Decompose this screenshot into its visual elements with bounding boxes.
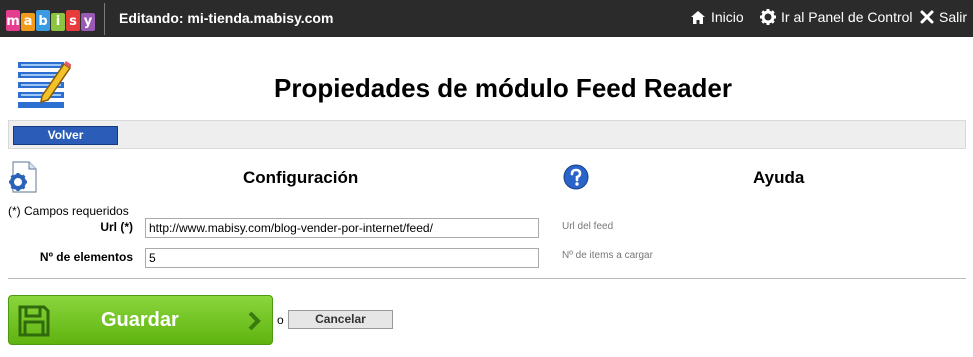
- back-button[interactable]: Volver: [13, 126, 118, 145]
- edit-document-icon: [18, 61, 71, 108]
- nav-home-label: Inicio: [711, 9, 744, 25]
- floppy-disk-icon: [18, 305, 50, 337]
- save-button[interactable]: Guardar: [8, 295, 273, 345]
- logo-letter: i: [51, 13, 65, 31]
- divider: [104, 3, 105, 35]
- logo-letter: m: [6, 10, 20, 31]
- url-label: Url (*): [100, 220, 133, 234]
- section-config-title: Configuración: [243, 168, 359, 187]
- config-document-icon: [9, 161, 37, 193]
- items-count-hint: Nº de items a cargar: [562, 250, 653, 261]
- logo-letter: b: [36, 10, 50, 31]
- editing-site-label: Editando: mi-tienda.mabisy.com: [119, 10, 334, 26]
- toolbar: [8, 120, 966, 149]
- help-icon[interactable]: [563, 164, 589, 190]
- logo-letter: y: [81, 13, 95, 31]
- cancel-button[interactable]: Cancelar: [288, 310, 393, 329]
- nav-control-panel-link[interactable]: Ir al Panel de Control: [760, 9, 913, 25]
- section-help-title: Ayuda: [753, 168, 805, 187]
- gear-icon: [760, 9, 776, 25]
- form-divider: [8, 278, 966, 279]
- close-icon: [920, 10, 934, 24]
- url-input[interactable]: [145, 218, 539, 238]
- logo-letter: s: [66, 10, 80, 31]
- or-separator: o: [277, 313, 284, 327]
- top-bar: mabisy Editando: mi-tienda.mabisy.com In…: [0, 0, 973, 37]
- home-icon: [691, 10, 705, 24]
- required-fields-note: (*) Campos requeridos: [8, 204, 129, 218]
- nav-control-panel-label: Ir al Panel de Control: [781, 9, 913, 25]
- items-count-label: Nº de elementos: [39, 250, 133, 264]
- chevron-right-icon: [248, 311, 261, 331]
- save-button-label: Guardar: [101, 309, 179, 331]
- nav-exit-label: Salir: [939, 9, 968, 25]
- nav-home-link[interactable]: Inicio: [690, 9, 744, 25]
- url-hint: Url del feed: [562, 221, 614, 232]
- page-title: Propiedades de módulo Feed Reader: [274, 73, 732, 103]
- items-count-input[interactable]: [145, 248, 539, 268]
- nav-exit-link[interactable]: Salir: [920, 9, 967, 25]
- mabisy-logo[interactable]: mabisy: [6, 5, 96, 31]
- logo-letter: a: [21, 13, 35, 31]
